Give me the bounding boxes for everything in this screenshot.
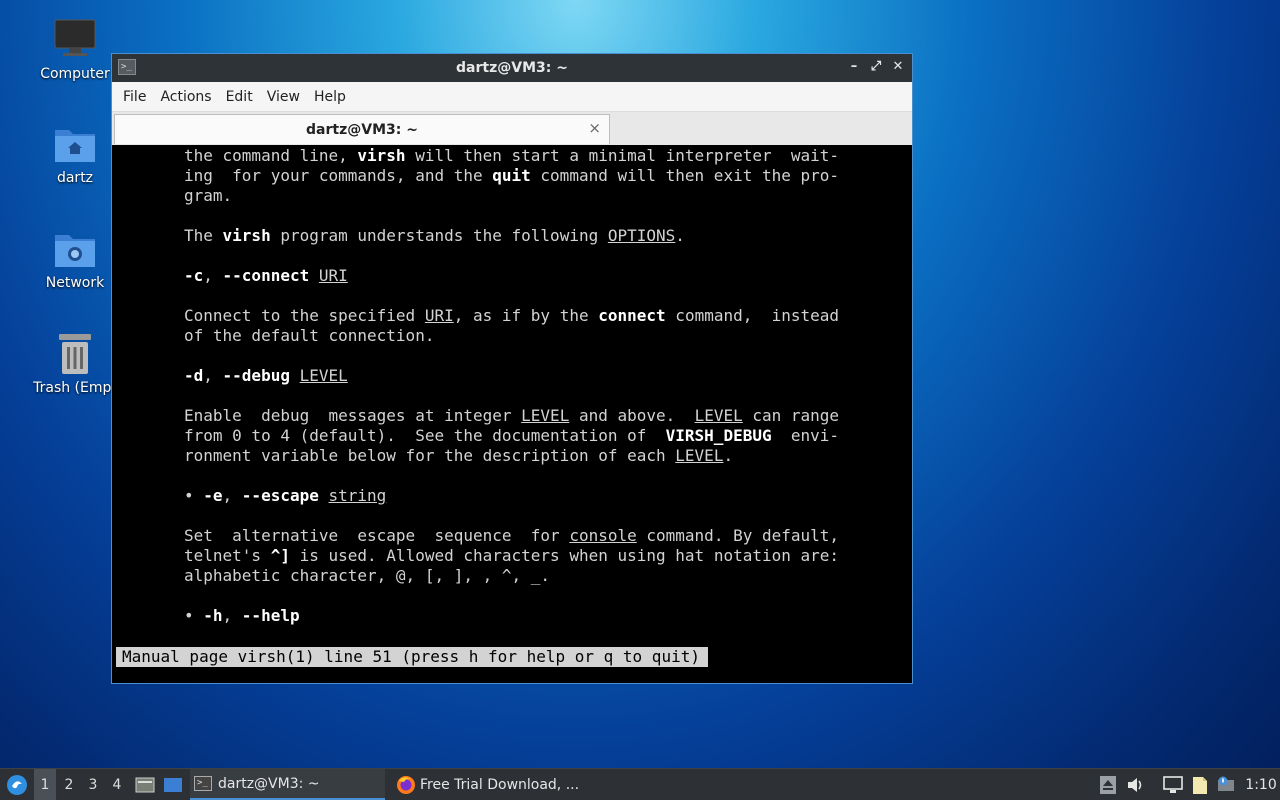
desktop-icon-trash[interactable]: Trash (Empt: [30, 332, 120, 396]
desktop-icon-label: Network: [45, 275, 105, 291]
terminal-icon[interactable]: >_: [118, 59, 136, 75]
terminal-tab[interactable]: dartz@VM3: ~ ×: [114, 114, 610, 144]
tab-close-icon[interactable]: ×: [588, 119, 601, 137]
man-line: Set alternative escape sequence for cons…: [184, 526, 840, 545]
tab-bar: dartz@VM3: ~ ×: [112, 112, 912, 145]
desktop-icon-network[interactable]: Network: [30, 227, 120, 291]
tray-clipboard[interactable]: [1190, 769, 1210, 800]
task-terminal[interactable]: >_ dartz@VM3: ~: [190, 769, 385, 800]
workspace-1[interactable]: 1: [34, 769, 56, 800]
man-line: -d, --debug LEVEL: [184, 366, 348, 385]
task-label: Free Trial Download, ...: [420, 776, 580, 793]
clock[interactable]: 1:10: [1245, 769, 1276, 800]
minimize-button[interactable]: –: [846, 58, 862, 76]
desktop-icon-label: Trash (Empt: [33, 380, 117, 396]
app-menu-button[interactable]: [4, 769, 30, 800]
file-manager-icon: [135, 777, 155, 792]
task-label: dartz@VM3: ~: [218, 775, 320, 792]
man-line: alphabetic character, @, [, ], , ^, _.: [184, 566, 551, 585]
man-line: Connect to the specified URI, as if by t…: [184, 306, 840, 325]
clipboard-icon: [1193, 776, 1207, 794]
workspace-2[interactable]: 2: [58, 769, 80, 800]
workspace-4[interactable]: 4: [106, 769, 128, 800]
start-menu-icon: [7, 774, 27, 795]
man-line: gram.: [184, 186, 233, 205]
menu-help[interactable]: Help: [307, 89, 353, 105]
terminal-window[interactable]: >_ dartz@VM3: ~ – ⤢ ✕ File Actions Edit …: [111, 53, 913, 684]
network-folder-icon: [55, 235, 95, 267]
terminal-output[interactable]: the command line, virsh will then start …: [112, 146, 912, 683]
trash-icon: [59, 334, 91, 374]
man-line: • -e, --escape string: [184, 486, 387, 505]
man-line: The virsh program understands the follow…: [184, 226, 685, 245]
man-line: -c, --connect URI: [184, 266, 348, 285]
desktop-icon-label: dartz: [56, 170, 94, 186]
workspace-3[interactable]: 3: [82, 769, 104, 800]
maximize-button[interactable]: ⤢: [868, 58, 884, 76]
desktop-icon-label: Computer: [40, 66, 110, 82]
tray-updates[interactable]: [1098, 769, 1118, 800]
tray-network[interactable]: [1162, 769, 1184, 800]
terminal-task-icon: >_: [194, 776, 212, 791]
volume-icon: [1128, 777, 1142, 792]
menu-edit[interactable]: Edit: [219, 89, 260, 105]
menubar: File Actions Edit View Help: [112, 82, 912, 112]
man-line: Enable debug messages at integer LEVEL a…: [184, 406, 840, 425]
window-title: dartz@VM3: ~: [456, 60, 568, 76]
man-line: of the default connection.: [184, 326, 435, 345]
task-firefox[interactable]: Free Trial Download, ...: [392, 769, 596, 800]
menu-file[interactable]: File: [116, 89, 153, 105]
menu-actions[interactable]: Actions: [153, 89, 218, 105]
notification-icon: [1218, 776, 1234, 791]
taskbar: 1 2 3 4 >_ dartz@VM3: ~ Free Trial Downl…: [0, 768, 1280, 800]
man-line: telnet's ^] is used. Allowed characters …: [184, 546, 840, 565]
firefox-icon: [397, 775, 415, 794]
close-button[interactable]: ✕: [890, 58, 906, 76]
window-titlebar[interactable]: >_ dartz@VM3: ~ – ⤢ ✕: [112, 54, 912, 82]
pager-status-line: Manual page virsh(1) line 51 (press h fo…: [116, 647, 708, 667]
desktop-icon-home[interactable]: dartz: [30, 122, 120, 186]
eject-icon: [1100, 775, 1116, 794]
tray-notifications[interactable]: [1215, 769, 1237, 800]
show-desktop-icon: [164, 777, 182, 792]
tab-label: dartz@VM3: ~: [306, 122, 418, 138]
computer-icon: [54, 19, 96, 56]
network-icon: [1163, 775, 1183, 793]
man-line: • -h, --help: [184, 606, 300, 625]
tray-volume[interactable]: [1126, 769, 1146, 800]
man-line: ing for your commands, and the quit comm…: [184, 166, 840, 185]
file-manager-launcher[interactable]: [134, 769, 156, 800]
man-line: ronment variable below for the descripti…: [184, 446, 734, 465]
show-desktop-button[interactable]: [162, 769, 184, 800]
desktop-icon-computer[interactable]: Computer: [30, 18, 120, 82]
man-line: the command line, virsh will then start …: [184, 146, 840, 165]
menu-view[interactable]: View: [260, 89, 307, 105]
man-line: from 0 to 4 (default). See the documenta…: [184, 426, 840, 445]
home-folder-icon: [55, 130, 95, 162]
